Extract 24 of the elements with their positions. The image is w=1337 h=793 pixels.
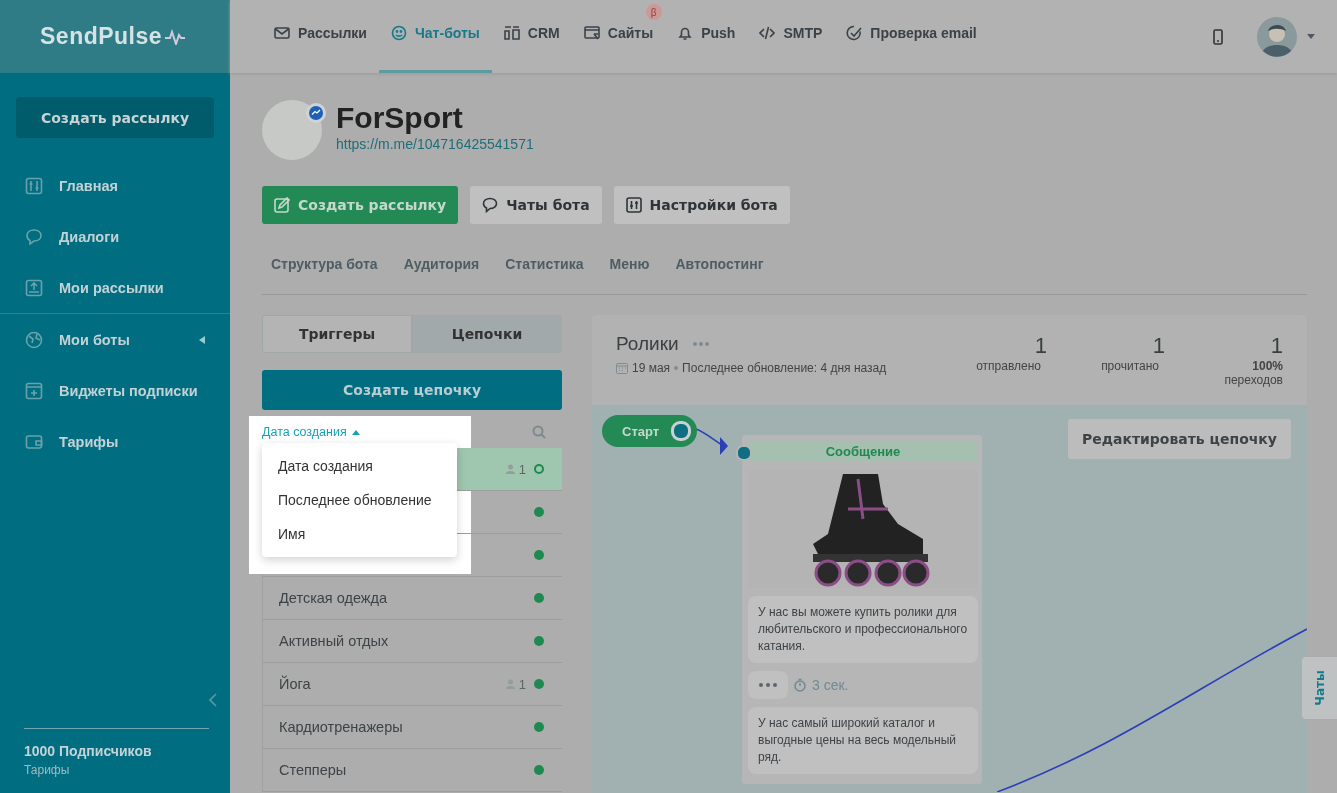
stat-label: отправлено (975, 359, 1041, 373)
chain-name: Йога (279, 676, 311, 692)
chain-name: Детская одежда (279, 590, 388, 606)
chain-name: Кардиотренажеры (279, 719, 403, 735)
message-text: У нас вы можете купить ролики для любительского и профессионального катания. (748, 596, 978, 663)
subscriber-count: 1 (518, 461, 526, 477)
stat-label: прочитано (1100, 359, 1159, 373)
stat-value: 1 (1269, 333, 1283, 359)
delay-text: 3 сек. (812, 677, 849, 693)
node-title: Сообщение (748, 441, 978, 462)
stat-value: 1 (1151, 333, 1165, 359)
last-updated: Последнее обновление: 4 дня назад (682, 361, 887, 375)
chain-title: Ролики (616, 333, 679, 355)
chain-name: Степперы (279, 762, 347, 778)
message-text: У нас самый широкий каталог и выгодные цены на весь модельный ряд. (748, 707, 978, 774)
chain-name: Активный отдых (279, 633, 389, 649)
stat-value: 1 (1033, 333, 1047, 359)
chain-date: 19 мая (632, 361, 671, 375)
bot-name: ForSport (336, 100, 464, 136)
stat-rate: 100% (1251, 359, 1283, 373)
beta-badge: β (645, 4, 662, 20)
subscriber-count: 1 (518, 676, 526, 692)
subscriber-count: 1000 Подписчиков (24, 743, 153, 759)
stat-label: переходов (1223, 373, 1283, 387)
